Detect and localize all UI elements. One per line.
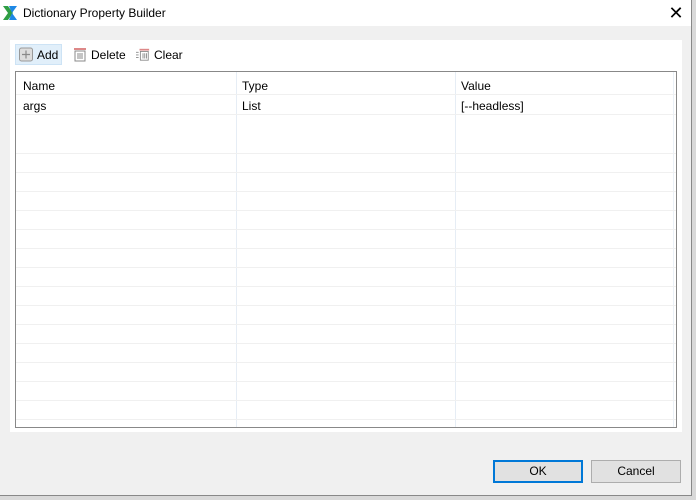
clear-button[interactable]: Clear xyxy=(133,44,186,65)
add-button[interactable]: Add xyxy=(15,44,63,65)
clear-all-icon xyxy=(136,48,150,61)
empty-row xyxy=(16,154,676,173)
empty-row xyxy=(16,249,676,268)
empty-row xyxy=(16,401,676,420)
dialog-window: Dictionary Property Builder ✕ Add Delete… xyxy=(0,0,692,496)
cell-value[interactable]: [--headless] xyxy=(461,99,524,113)
close-button[interactable]: ✕ xyxy=(664,3,688,23)
empty-row xyxy=(16,135,676,154)
empty-row xyxy=(16,211,676,230)
ok-button[interactable]: OK xyxy=(493,460,583,483)
empty-row xyxy=(16,230,676,249)
empty-row xyxy=(16,306,676,325)
column-header-type[interactable]: Type xyxy=(242,79,268,93)
table-row[interactable]: args List [--headless] xyxy=(16,96,676,115)
delete-label: Delete xyxy=(91,47,126,62)
empty-row xyxy=(16,420,676,427)
empty-row xyxy=(16,192,676,211)
empty-row xyxy=(16,344,676,363)
empty-row xyxy=(16,173,676,192)
column-header-value[interactable]: Value xyxy=(461,79,491,93)
cell-name[interactable]: args xyxy=(23,99,46,113)
empty-row xyxy=(16,268,676,287)
table-header: Name Type Value xyxy=(16,76,676,95)
column-header-name[interactable]: Name xyxy=(23,79,55,93)
plus-icon xyxy=(19,47,33,62)
empty-row xyxy=(16,325,676,344)
empty-row xyxy=(16,382,676,401)
cancel-button[interactable]: Cancel xyxy=(591,460,681,483)
delete-button[interactable]: Delete xyxy=(70,44,129,65)
app-logo-icon xyxy=(3,6,17,20)
add-label: Add xyxy=(37,47,59,62)
empty-row xyxy=(16,363,676,382)
properties-table: Name Type Value args List [--headless] xyxy=(15,71,677,428)
title-bar: Dictionary Property Builder ✕ xyxy=(0,0,691,26)
window-title: Dictionary Property Builder xyxy=(23,6,166,20)
clear-label: Clear xyxy=(154,47,183,62)
trash-icon xyxy=(74,48,86,62)
empty-row xyxy=(16,287,676,306)
cell-type[interactable]: List xyxy=(242,99,261,113)
